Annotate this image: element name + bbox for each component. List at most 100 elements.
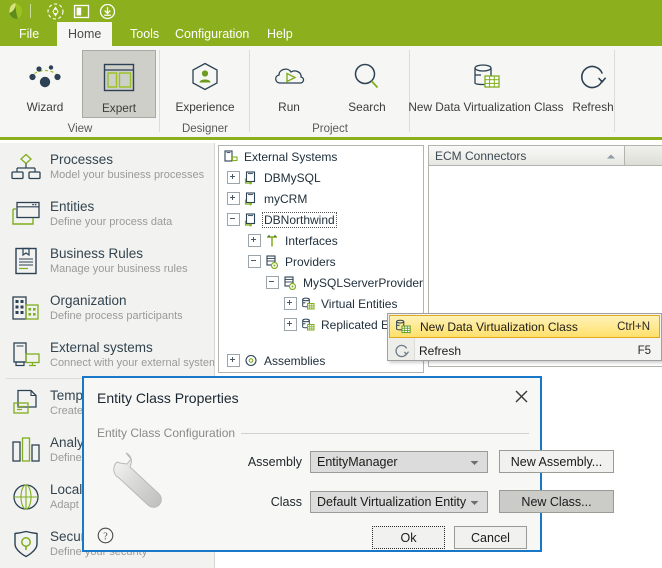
tree-node-label: External Systems — [244, 149, 338, 164]
rules-document-icon — [10, 245, 42, 277]
expander-plus-icon[interactable] — [227, 354, 240, 367]
tree-node-assemblies[interactable]: Assemblies — [219, 350, 327, 371]
tree-node-dbmysql[interactable]: DBMySQL — [219, 167, 423, 188]
tree-node-label: Interfaces — [285, 233, 338, 248]
caret-up-icon[interactable] — [606, 147, 616, 165]
class-label: Class — [270, 494, 302, 509]
help-question-icon[interactable]: ? — [97, 527, 114, 544]
virtual-entities-icon — [300, 317, 315, 332]
tree-node-label: DBNorthwind — [262, 211, 337, 228]
tree-node-external-systems[interactable]: External Systems — [219, 146, 423, 167]
providers-icon — [282, 275, 297, 290]
tree-node-label: MySQLServerProvider — [303, 275, 424, 290]
new-class-button[interactable]: New Class... — [499, 490, 614, 513]
external-systems-icon — [10, 339, 42, 371]
context-menu: New Data Virtualization Class Ctrl+N Ref… — [387, 313, 662, 361]
process-flow-icon — [10, 151, 42, 183]
context-menu-item-label: Refresh — [419, 343, 462, 358]
context-menu-item-shortcut: F5 — [637, 344, 651, 357]
tab-file[interactable]: File — [8, 22, 50, 46]
ribbon-button-search[interactable]: Search — [332, 50, 402, 116]
sidebar-item-business-rules[interactable]: Business Rules Manage your business rule… — [0, 237, 214, 284]
expander-minus-icon[interactable] — [266, 276, 279, 289]
ribbon-button-label: Run — [278, 100, 300, 114]
context-menu-item-refresh[interactable]: Refresh F5 — [389, 339, 660, 362]
ribbon-button-experience[interactable]: Experience — [168, 50, 242, 116]
ribbon-button-label: Expert — [101, 101, 137, 115]
ribbon-button-wizard[interactable]: Wizard — [12, 50, 78, 116]
expander-minus-icon[interactable] — [248, 255, 261, 268]
connector-icon — [243, 191, 258, 206]
tree-node-mysqlserverprovider[interactable]: MySQLServerProvider — [219, 272, 423, 293]
entity-window-icon — [10, 198, 42, 230]
class-value: Default Virtualization Entity — [317, 494, 467, 509]
ribbon-group-label: View — [67, 123, 93, 135]
tree-node-interfaces[interactable]: Interfaces — [219, 230, 423, 251]
expander-plus-icon[interactable] — [227, 192, 240, 205]
expander-plus-icon[interactable] — [284, 318, 297, 331]
buildings-icon — [10, 292, 42, 324]
ribbon-button-run[interactable]: Run — [256, 50, 322, 116]
ribbon-group-data-virtualization: New Data Virtualization Class Refresh — [408, 46, 615, 137]
download-icon[interactable] — [99, 3, 116, 20]
navigate-icon[interactable] — [47, 3, 64, 20]
expander-plus-icon[interactable] — [227, 171, 240, 184]
chevron-down-icon — [470, 495, 479, 509]
window-layout-icon[interactable] — [73, 3, 90, 20]
context-menu-item-shortcut: Ctrl+N — [617, 320, 650, 333]
connector-icon — [243, 212, 258, 227]
tree-node-label: DBMySQL — [264, 170, 321, 185]
expander-plus-icon[interactable] — [248, 234, 261, 247]
split-panel-icon — [102, 57, 136, 99]
assemblies-icon — [243, 353, 258, 368]
ribbon-button-label: Wizard — [26, 100, 64, 114]
wrench-icon — [100, 448, 176, 524]
svg-text:?: ? — [103, 531, 108, 542]
sidebar-item-organization[interactable]: Organization Define process participants — [0, 284, 214, 331]
ok-button[interactable]: Ok — [372, 526, 445, 549]
ribbon-button-expert[interactable]: Expert — [82, 50, 156, 118]
sidebar-item-title: Entities — [50, 198, 95, 214]
context-menu-item-new-data-virtualization-class[interactable]: New Data Virtualization Class Ctrl+N — [389, 315, 660, 338]
tab-home[interactable]: Home — [57, 22, 113, 46]
sidebar-item-external-systems[interactable]: External systems Connect with your exter… — [0, 331, 214, 378]
tree-node-label: Providers — [285, 254, 336, 269]
ribbon-button-new-data-virtualization-class[interactable]: New Data Virtualization Class — [408, 50, 564, 116]
tab-configuration[interactable]: Configuration — [164, 22, 260, 46]
application-window: File Home Tools Configuration Help Wizar… — [0, 0, 662, 568]
sidebar-item-subtitle: Define your process data — [50, 215, 173, 228]
menu-tabstrip: File Home Tools Configuration Help — [0, 22, 662, 46]
assembly-label: Assembly — [247, 454, 302, 469]
tab-tools[interactable]: Tools — [119, 22, 170, 46]
ribbon-group-project: Run Search Project — [250, 46, 410, 137]
title-bar — [0, 0, 662, 22]
sidebar-item-processes[interactable]: Processes Model your business processes — [0, 143, 214, 190]
external-systems-root-icon — [223, 149, 238, 164]
sidebar-item-title: Processes — [50, 151, 114, 167]
person-hexagon-icon — [188, 56, 222, 98]
database-grid-icon — [468, 56, 504, 98]
close-icon[interactable] — [512, 387, 530, 405]
virtual-entities-icon — [300, 296, 315, 311]
ribbon-button-label: Search — [348, 100, 386, 114]
template-page-icon — [10, 387, 42, 419]
tab-help[interactable]: Help — [256, 22, 304, 46]
sidebar-item-subtitle: Define process participants — [50, 309, 183, 322]
tree-node-dbnorthwind[interactable]: DBNorthwind — [219, 209, 423, 230]
tree-node-providers[interactable]: Providers — [219, 251, 423, 272]
magnifier-icon — [350, 56, 384, 98]
new-assembly-button[interactable]: New Assembly... — [499, 450, 614, 473]
tab-ecm-connectors[interactable]: ECM Connectors — [429, 146, 625, 166]
tree-node-virtual-entities[interactable]: Virtual Entities — [219, 293, 423, 314]
sidebar-item-title: External systems — [50, 339, 153, 355]
sidebar-item-entities[interactable]: Entities Define your process data — [0, 190, 214, 237]
dialog-title: Entity Class Properties — [97, 390, 239, 406]
expander-minus-icon[interactable] — [227, 213, 240, 226]
tree-node-mycrm[interactable]: myCRM — [219, 188, 423, 209]
quick-access-separator — [30, 4, 31, 18]
expander-plus-icon[interactable] — [284, 297, 297, 310]
class-dropdown[interactable]: Default Virtualization Entity — [310, 490, 488, 513]
cancel-button[interactable]: Cancel — [454, 526, 527, 549]
assembly-field-row: Assembly EntityManager New Assembly... — [234, 450, 614, 473]
assembly-dropdown[interactable]: EntityManager — [310, 450, 488, 473]
